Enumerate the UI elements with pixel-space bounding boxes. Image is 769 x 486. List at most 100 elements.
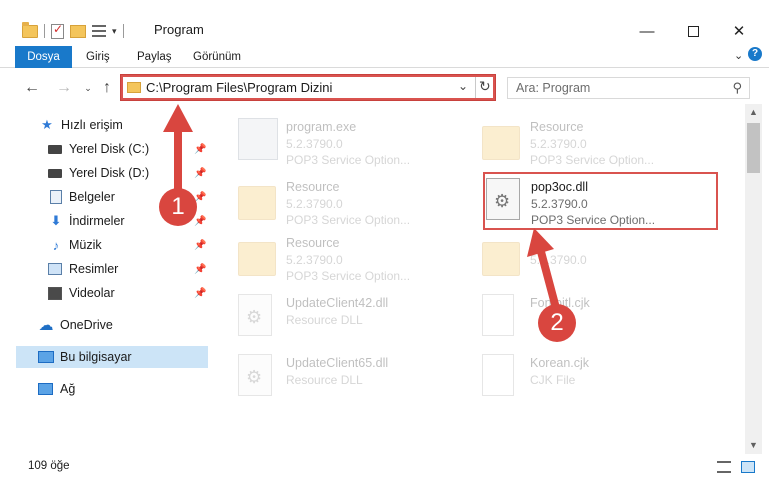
- sidebar-item-music[interactable]: ♪ Müzik 📌: [0, 234, 210, 256]
- file-name: Resource: [530, 120, 584, 134]
- sidebar-item-label: Resimler: [69, 262, 119, 276]
- sidebar-item-label: Yerel Disk (D:): [69, 166, 150, 180]
- pin-icon[interactable]: 📌: [194, 288, 206, 299]
- file-tile-folder[interactable]: 5.2.3790.0: [482, 228, 727, 284]
- pin-icon[interactable]: 📌: [194, 144, 206, 155]
- tab-home[interactable]: Giriş: [76, 46, 120, 68]
- chevron-down-icon[interactable]: ⌄: [458, 79, 468, 93]
- file-type: CJK File: [530, 373, 576, 387]
- tiles-view-icon[interactable]: [741, 461, 755, 473]
- file-name: UpdateClient65.dll: [286, 356, 389, 370]
- sidebar-item-local-disk-d[interactable]: Yerel Disk (D:) 📌: [0, 162, 210, 184]
- sidebar-item-label: OneDrive: [60, 318, 113, 332]
- sidebar-item-label: İndirmeler: [69, 214, 125, 228]
- sidebar-item-network[interactable]: Ağ: [0, 378, 210, 400]
- sidebar-item-onedrive[interactable]: ☁ OneDrive: [0, 314, 210, 336]
- forward-button[interactable]: →: [54, 78, 74, 98]
- sidebar-item-videos[interactable]: Videolar 📌: [0, 282, 210, 304]
- close-button[interactable]: ✕: [716, 18, 762, 44]
- address-bar[interactable]: C:\Program Files\Program Dizini ⌄ ↻: [121, 75, 495, 100]
- properties-icon[interactable]: [51, 22, 64, 39]
- folder-icon: [127, 82, 141, 93]
- file-description: POP3 Service Option...: [286, 153, 411, 167]
- download-icon: ⬇: [50, 213, 62, 228]
- ribbon-expand-icon[interactable]: ⌄: [734, 49, 743, 62]
- file-tile-korean-cjk[interactable]: Korean.cjk CJK File: [482, 348, 727, 404]
- back-button[interactable]: ←: [22, 78, 42, 98]
- address-path[interactable]: C:\Program Files\Program Dizini: [146, 80, 332, 95]
- file-type: Resource DLL: [286, 313, 363, 327]
- file-version: 5.2.3790.0: [286, 197, 343, 211]
- file-icon: [482, 294, 514, 336]
- dll-file-icon: ⚙: [238, 294, 272, 336]
- file-tile-updateclient65-dll[interactable]: ⚙ UpdateClient65.dll Resource DLL: [238, 348, 483, 404]
- recent-locations-button[interactable]: ⌄: [78, 78, 98, 98]
- new-folder-icon[interactable]: [70, 24, 86, 38]
- pictures-icon: [48, 263, 62, 275]
- pin-icon[interactable]: 📌: [194, 240, 206, 251]
- file-tile-updateclient42-dll[interactable]: ⚙ UpdateClient42.dll Resource DLL: [238, 288, 483, 344]
- dll-file-icon: ⚙: [238, 354, 272, 396]
- folder-icon: [22, 21, 38, 38]
- scrollbar-thumb[interactable]: [747, 123, 760, 173]
- highlight-box-dll: [483, 172, 718, 230]
- file-version: 5.2.3790.0: [286, 253, 343, 267]
- details-view-icon[interactable]: [717, 461, 731, 473]
- window-title: Program: [154, 22, 204, 37]
- refresh-icon[interactable]: ↻: [479, 78, 491, 95]
- sidebar-item-local-disk-c[interactable]: Yerel Disk (C:) 📌: [0, 138, 210, 160]
- item-count: 109 öğe: [28, 460, 70, 472]
- file-name: UpdateClient42.dll: [286, 296, 389, 310]
- search-box[interactable]: ⚲: [507, 77, 750, 99]
- tab-share[interactable]: Paylaş: [127, 46, 182, 68]
- file-tile-program-exe[interactable]: program.exe 5.2.3790.0 POP3 Service Opti…: [238, 112, 483, 168]
- pin-icon[interactable]: 📌: [194, 264, 206, 275]
- sidebar-item-label: Belgeler: [69, 190, 115, 204]
- tab-file[interactable]: Dosya: [15, 46, 72, 68]
- search-icon[interactable]: ⚲: [732, 80, 742, 96]
- file-version: 5.2.3790.0: [530, 253, 587, 267]
- file-version: 5.2.3790.0: [530, 137, 587, 151]
- search-input[interactable]: [508, 78, 708, 98]
- scroll-up-icon[interactable]: ▲: [745, 104, 762, 121]
- folder-icon: [238, 242, 276, 276]
- pin-icon[interactable]: 📌: [194, 168, 206, 179]
- sidebar-item-quick-access[interactable]: ★ Hızlı erişim: [0, 114, 210, 136]
- folder-icon: [238, 186, 276, 220]
- up-button[interactable]: ↑: [97, 78, 117, 98]
- step-badge-2: 2: [538, 304, 576, 342]
- navigation-pane: ★ Hızlı erişim Yerel Disk (C:) 📌 Yerel D…: [0, 110, 212, 442]
- folder-icon: [482, 126, 520, 160]
- file-type: Resource DLL: [286, 373, 363, 387]
- pin-icon[interactable]: 📌: [194, 216, 206, 227]
- sidebar-item-label: Bu bilgisayar: [60, 350, 132, 364]
- file-tile-resource[interactable]: Resource 5.2.3790.0 POP3 Service Option.…: [238, 172, 483, 228]
- maximize-button[interactable]: [670, 18, 716, 44]
- videos-icon: [48, 286, 62, 300]
- status-bar: 109 öğe: [0, 456, 769, 478]
- help-icon[interactable]: ?: [748, 47, 762, 61]
- chevron-down-icon[interactable]: ▾: [112, 26, 117, 37]
- file-description: POP3 Service Option...: [286, 269, 411, 283]
- drive-icon: [48, 144, 62, 154]
- sidebar-item-this-pc[interactable]: Bu bilgisayar: [16, 346, 208, 368]
- network-icon: [38, 383, 53, 395]
- quick-access-toolbar: ▾: [22, 20, 124, 42]
- file-version: 5.2.3790.0: [286, 137, 343, 151]
- file-name: Resource: [286, 236, 340, 250]
- star-icon: ★: [41, 117, 53, 132]
- sidebar-item-label: Videolar: [69, 286, 115, 300]
- maximize-icon: [687, 25, 699, 37]
- file-tile-fontbitl-cjk[interactable]: Fontbitl.cjk: [482, 288, 727, 344]
- tab-view[interactable]: Görünüm: [183, 46, 251, 68]
- sidebar-item-label: Ağ: [60, 382, 76, 396]
- scroll-down-icon[interactable]: ▼: [745, 437, 762, 454]
- file-tile-resource[interactable]: Resource 5.2.3790.0 POP3 Service Option.…: [238, 228, 483, 284]
- file-icon: [482, 354, 514, 396]
- file-tile-resource[interactable]: Resource 5.2.3790.0 POP3 Service Option.…: [482, 112, 727, 168]
- customize-view-icon[interactable]: [92, 25, 106, 37]
- minimize-button[interactable]: —: [624, 18, 670, 44]
- application-icon: [238, 118, 278, 160]
- sidebar-item-pictures[interactable]: Resimler 📌: [0, 258, 210, 280]
- sidebar-item-label: Müzik: [69, 238, 102, 252]
